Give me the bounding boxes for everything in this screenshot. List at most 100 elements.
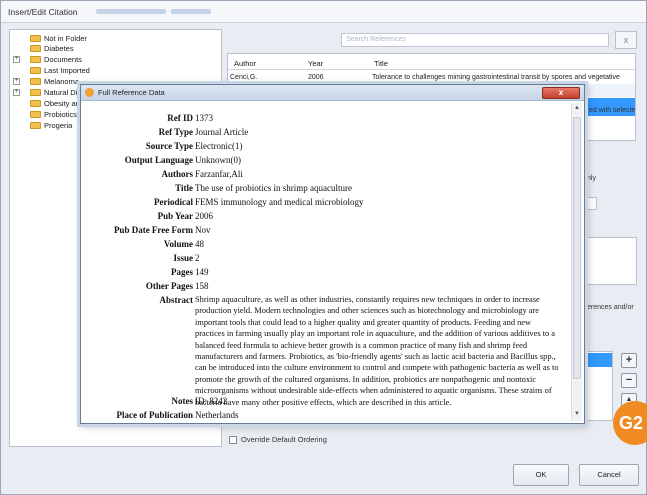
field-label: Periodical — [154, 197, 193, 207]
modal-title: Full Reference Data — [98, 88, 165, 97]
tree-item[interactable]: Melanoma — [30, 76, 79, 87]
remove-button[interactable]: − — [621, 373, 637, 388]
tree-item[interactable]: Documents — [30, 54, 82, 65]
folder-icon — [30, 111, 41, 118]
field-value: Journal Article — [195, 127, 249, 137]
column-header-author[interactable]: Author — [234, 59, 256, 68]
tree-item-label: Probiotics — [44, 110, 77, 119]
field-label: Pub Date Free Form — [113, 225, 193, 235]
tree-item-label: Last Imported — [44, 66, 90, 75]
field-value: Electronic(1) — [195, 141, 243, 151]
abstract-label: Abstract — [159, 295, 194, 305]
field-row: Source Type Electronic(1) — [83, 141, 563, 153]
field-value: 1373 — [195, 113, 213, 123]
add-button[interactable]: + — [621, 353, 637, 368]
place-value: Netherlands — [195, 410, 239, 420]
preview-box — [587, 237, 637, 285]
folder-icon — [30, 45, 41, 52]
brand-badge: G2 — [613, 401, 647, 445]
blurred-title-text — [171, 9, 211, 14]
expand-icon[interactable]: + — [13, 56, 20, 63]
folder-icon — [30, 67, 41, 74]
fragment-label: nly — [587, 175, 596, 182]
fragment-label: erences and/or — [587, 304, 634, 311]
grid-header: Author Year Title — [228, 56, 635, 70]
ok-button[interactable]: OK — [513, 464, 569, 486]
expand-icon[interactable]: + — [13, 78, 20, 85]
folder-icon — [30, 100, 41, 107]
blurred-title-text — [96, 9, 166, 14]
tree-item[interactable]: Diabetes — [30, 43, 74, 54]
field-label: Output Language — [124, 155, 193, 165]
folder-icon — [30, 78, 41, 85]
close-icon[interactable]: x — [542, 87, 580, 99]
number-field[interactable] — [587, 197, 597, 210]
override-ordering-label: Override Default Ordering — [241, 435, 327, 444]
search-input[interactable]: Search References — [341, 33, 609, 47]
place-label: Place of Publication — [116, 410, 194, 420]
column-header-year[interactable]: Year — [308, 59, 323, 68]
field-label: Issue — [173, 253, 193, 263]
tree-item[interactable]: Progeria — [30, 120, 72, 131]
fragment-label: ed with selecte — [589, 107, 636, 114]
dialog-title-bar: Insert/Edit Citation — [1, 1, 646, 23]
field-label: Authors — [161, 169, 193, 179]
cell-year: 2006 — [308, 74, 324, 81]
tree-item-label: Progeria — [44, 121, 73, 130]
field-value: FEMS immunology and medical microbiology — [195, 197, 364, 207]
dialog-title: Insert/Edit Citation — [8, 7, 78, 17]
field-label: Pages — [171, 267, 193, 277]
field-value: Farzanfar,Ali — [195, 169, 243, 179]
field-value: 48 — [195, 239, 204, 249]
field-label: Volume — [163, 239, 193, 249]
field-label: Ref ID — [167, 113, 193, 123]
vertical-scrollbar[interactable]: ▲ ▼ — [571, 103, 582, 421]
tree-item-label: Natural Di — [44, 88, 78, 97]
column-header-title[interactable]: Title — [374, 59, 388, 68]
field-label: Title — [175, 183, 193, 193]
cell-title: Tolerance to challenges miming gastroint… — [372, 74, 620, 81]
citation-list[interactable] — [587, 351, 613, 421]
field-label: Pub Year — [157, 211, 193, 221]
tree-item[interactable]: Obesity and — [30, 98, 84, 109]
tree-item-label: Melanoma — [44, 77, 80, 86]
field-value: The use of probiotics in shrimp aquacult… — [195, 183, 352, 193]
clear-search-button[interactable]: x — [615, 31, 637, 49]
app-icon — [85, 88, 94, 97]
full-reference-data-dialog: Full Reference Data x Ref ID 1373 Ref Typ… — [80, 84, 585, 424]
scroll-up-icon[interactable]: ▲ — [574, 105, 580, 111]
scroll-thumb[interactable] — [573, 117, 581, 379]
expand-icon[interactable]: + — [13, 89, 20, 96]
field-row: Pub Date Free Form Nov — [83, 225, 563, 237]
notes-value: ID: 8242 — [195, 396, 228, 406]
folder-icon — [30, 35, 41, 42]
cancel-button[interactable]: Cancel — [579, 464, 639, 486]
list-item-selected[interactable] — [588, 353, 612, 367]
field-row: Title The use of probiotics in shrimp aqu… — [83, 183, 563, 195]
scroll-down-icon[interactable]: ▼ — [574, 411, 580, 417]
field-row: Notes ID: 8242 — [83, 396, 563, 408]
tree-item-label: Not in Folder — [44, 34, 87, 43]
folder-icon — [30, 89, 41, 96]
field-row: Authors Farzanfar,Ali — [83, 169, 563, 181]
folder-icon — [30, 122, 41, 129]
field-row: Pub Year 2006 — [83, 211, 563, 223]
tree-item-label: Documents — [44, 55, 82, 64]
field-row: Periodical FEMS immunology and medical mi… — [83, 197, 563, 209]
field-row: Place of Publication Netherlands — [83, 410, 563, 421]
override-ordering-checkbox[interactable] — [229, 436, 237, 444]
table-row[interactable]: Cenci,G. 2006 Tolerance to challenges mi… — [228, 71, 635, 84]
tree-item[interactable]: Probiotics — [30, 109, 77, 120]
field-row: Volume 48 — [83, 239, 563, 251]
field-row: Ref ID 1373 — [83, 113, 563, 125]
tree-item[interactable]: Last Imported — [30, 65, 90, 76]
field-row: Other Pages 158 — [83, 281, 563, 293]
field-value: Unknown(0) — [195, 155, 241, 165]
reference-fields: Ref ID 1373 Ref Type Journal Article Sourc… — [83, 103, 570, 421]
tree-item[interactable]: Natural Di — [30, 87, 77, 98]
field-label: Ref Type — [158, 127, 193, 137]
tree-item-label: Obesity and — [44, 99, 85, 108]
modal-title-bar: Full Reference Data x — [81, 85, 584, 101]
field-row: Output Language Unknown(0) — [83, 155, 563, 167]
field-row: Ref Type Journal Article — [83, 127, 563, 139]
